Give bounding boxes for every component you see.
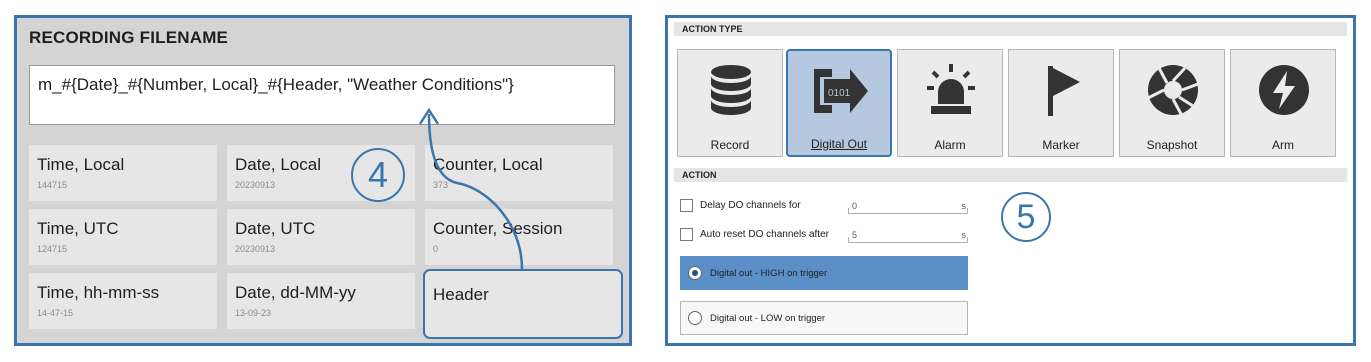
tile-time-hhmmss[interactable]: Time, hh-mm-ss 14-47-15 xyxy=(29,273,217,329)
action-type-header: ACTION TYPE xyxy=(674,22,1347,36)
digital-out-icon: 0101 xyxy=(814,69,868,113)
tile-time-local[interactable]: Time, Local 144715 xyxy=(29,145,217,201)
alarm-button[interactable]: Alarm xyxy=(897,49,1003,157)
arm-label: Arm xyxy=(1272,138,1294,152)
tile-counter-local[interactable]: Counter, Local 373 xyxy=(425,145,613,201)
tile-label: Date, UTC xyxy=(235,219,316,238)
filename-input[interactable]: m_#{Date}_#{Number, Local}_#{Header, "We… xyxy=(29,65,615,125)
tile-label: Date, dd-MM-yy xyxy=(235,283,356,302)
tile-label: Date, Local xyxy=(235,155,321,174)
lightning-icon xyxy=(1259,65,1309,115)
tile-sample: 373 xyxy=(433,180,449,190)
tile-date-ddmmyy[interactable]: Date, dd-MM-yy 13-09-23 xyxy=(227,273,415,329)
tile-sample: 20230913 xyxy=(235,244,276,254)
tile-sample: 0 xyxy=(433,244,439,254)
record-label: Record xyxy=(710,138,750,152)
auto-reset-label: Auto reset DO channels after xyxy=(700,229,829,240)
radio-low-on-trigger[interactable]: Digital out - LOW on trigger xyxy=(680,301,968,335)
tile-counter-session[interactable]: Counter, Session 0 xyxy=(425,209,613,265)
tile-label: Time, UTC xyxy=(37,219,119,238)
flag-icon xyxy=(1048,66,1080,116)
tile-sample: 144715 xyxy=(37,180,68,190)
delay-unit: s xyxy=(961,201,967,211)
tile-sample: 124715 xyxy=(37,244,68,254)
tile-sample: 20230913 xyxy=(235,180,276,190)
svg-text:0101: 0101 xyxy=(828,88,851,99)
database-icon xyxy=(711,65,751,115)
tile-sample: 13-09-23 xyxy=(235,308,272,318)
recording-filename-title: RECORDING FILENAME xyxy=(29,28,229,47)
snapshot-label: Snapshot xyxy=(1146,138,1198,152)
auto-reset-value: 5 xyxy=(852,230,858,240)
camera-shutter-icon xyxy=(1147,65,1199,115)
radio-high-on-trigger[interactable]: Digital out - HIGH on trigger xyxy=(680,256,968,290)
radio-low-label: Digital out - LOW on trigger xyxy=(710,313,826,324)
recording-filename-panel: RECORDING FILENAME m_#{Date}_#{Number, L… xyxy=(14,15,632,346)
arm-button[interactable]: Arm xyxy=(1230,49,1336,157)
tile-label: Header xyxy=(433,285,489,304)
action-config-panel: ACTION TYPE Record 0101 Digital Out Alar… xyxy=(665,15,1356,346)
snapshot-button[interactable]: Snapshot xyxy=(1119,49,1225,157)
tile-date-utc[interactable]: Date, UTC 20230913 xyxy=(227,209,415,265)
delay-label: Delay DO channels for xyxy=(700,200,801,211)
radio-button xyxy=(688,311,702,325)
record-button[interactable]: Record xyxy=(677,49,783,157)
tile-label: Counter, Session xyxy=(433,219,563,238)
tile-label: Time, hh-mm-ss xyxy=(37,283,160,302)
tile-header[interactable]: Header xyxy=(423,269,623,339)
tile-label: Time, Local xyxy=(37,155,125,174)
auto-reset-input[interactable]: 5 s xyxy=(848,228,968,243)
radio-high-label: Digital out - HIGH on trigger xyxy=(710,268,828,279)
delay-checkbox[interactable] xyxy=(680,199,693,212)
tile-label: Counter, Local xyxy=(433,155,543,174)
digital-out-button[interactable]: 0101 Digital Out xyxy=(786,49,892,157)
delay-input[interactable]: 0 s xyxy=(848,199,968,214)
marker-button[interactable]: Marker xyxy=(1008,49,1114,157)
tile-time-utc[interactable]: Time, UTC 124715 xyxy=(29,209,217,265)
digital-out-label: Digital Out xyxy=(810,137,868,151)
auto-reset-checkbox[interactable] xyxy=(680,228,693,241)
auto-reset-unit: s xyxy=(961,230,967,240)
callout-number-4: 4 xyxy=(351,148,405,202)
action-header: ACTION xyxy=(674,168,1347,182)
alarm-label: Alarm xyxy=(934,138,966,152)
siren-icon xyxy=(927,64,975,114)
marker-label: Marker xyxy=(1042,138,1080,152)
callout-number-5: 5 xyxy=(1001,192,1051,242)
radio-button xyxy=(688,266,702,280)
tile-sample: 14-47-15 xyxy=(37,308,74,318)
delay-value: 0 xyxy=(852,201,858,211)
